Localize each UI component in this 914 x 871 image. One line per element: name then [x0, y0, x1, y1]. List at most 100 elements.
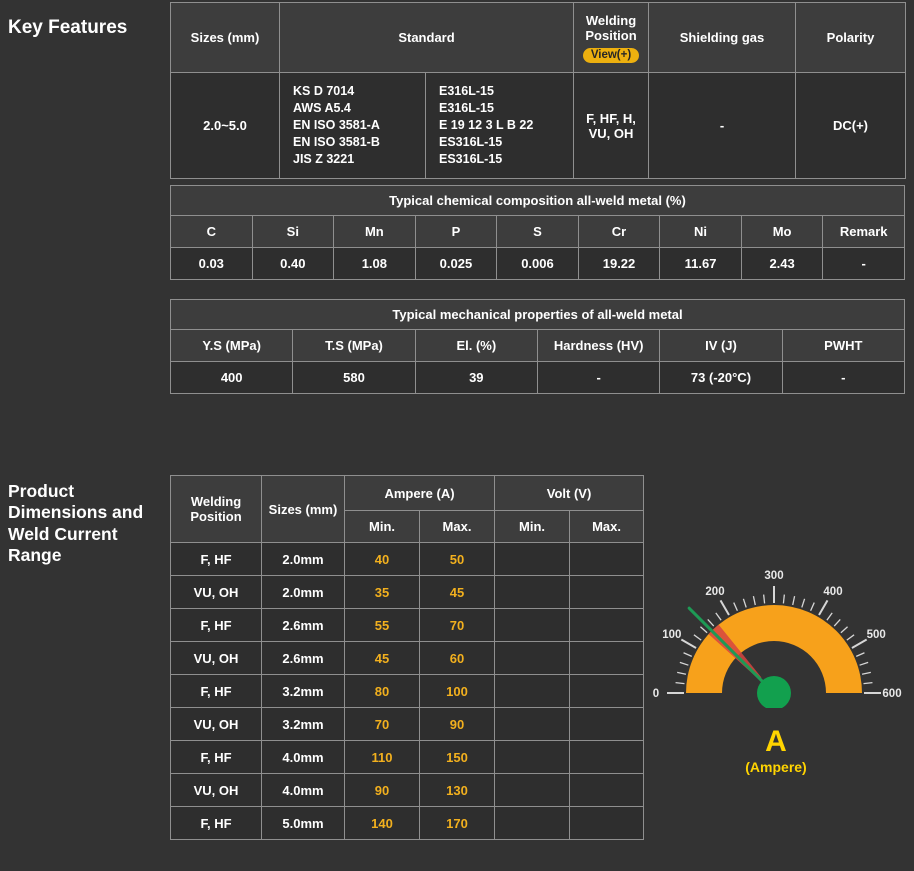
gauge-tick — [792, 596, 796, 606]
ampere-min-cell: 80 — [344, 674, 420, 708]
mechanical-header-row: Y.S (MPa) T.S (MPa) El. (%) Hardness (HV) IV… — [169, 329, 906, 362]
volt-min-cell — [494, 773, 571, 807]
chemical-value-cell: 0.03 — [170, 247, 253, 280]
gauge-tick — [826, 612, 833, 621]
gauge-tick-label: 600 — [882, 688, 901, 700]
ampere-max-cell: 170 — [418, 806, 496, 840]
volt-min-cell — [494, 740, 571, 774]
ampere-min-cell: 70 — [344, 707, 420, 741]
standard-item: E 19 12 3 L B 22 — [439, 118, 534, 132]
chemical-value-cell: 0.025 — [414, 247, 498, 280]
chemical-value-cell: 2.43 — [740, 247, 824, 280]
mechanical-value-cell: - — [781, 361, 906, 394]
volt-max-cell — [569, 641, 645, 675]
ampere-min-header: Min. — [344, 510, 420, 543]
gauge-tick — [859, 661, 869, 666]
welding-position-cell: F, HF — [170, 542, 262, 576]
chemical-header-cell: Mn — [333, 215, 416, 248]
volt-header: Volt (V) — [494, 475, 645, 511]
current-table-row: F, HF 2.6mm 55 70 — [170, 608, 645, 642]
chemical-header-cell: Mo — [740, 215, 824, 248]
ampere-max-cell: 60 — [418, 641, 496, 675]
standard-item: EN ISO 3581-A — [293, 118, 380, 132]
standard-item: JIS Z 3221 — [293, 152, 355, 166]
standard-item: AWS A5.4 — [293, 101, 351, 115]
size-cell: 5.0mm — [261, 806, 345, 840]
mechanical-properties-table: Typical mechanical properties of all-wel… — [169, 299, 906, 394]
welding-position-cell: F, HF — [170, 806, 262, 840]
key-features-title: Key Features — [8, 16, 128, 38]
chemical-header-cell: Ni — [659, 215, 742, 248]
gauge-tick — [851, 638, 868, 649]
standard-item: E316L-15 — [439, 84, 494, 98]
volt-min-cell — [494, 575, 571, 609]
chemical-value-cell: 19.22 — [577, 247, 661, 280]
mechanical-table-title-row: Typical mechanical properties of all-wel… — [170, 299, 905, 330]
ampere-gauge: 0 100 200 300 400 500 600 — [653, 570, 902, 710]
gauge-tick — [846, 634, 855, 641]
shielding-gas-header: Shielding gas — [648, 2, 796, 73]
gauge-tick — [763, 594, 766, 604]
ampere-header: Ampere (A) — [343, 475, 496, 511]
volt-max-cell — [569, 806, 645, 840]
size-cell: 3.2mm — [261, 707, 345, 741]
mechanical-table-title: Typical mechanical properties of all-wel… — [170, 299, 905, 330]
chemical-value-cell: 1.08 — [333, 247, 416, 280]
gauge-tick — [833, 618, 841, 627]
volt-max-cell — [569, 707, 645, 741]
current-table-row: VU, OH 2.6mm 45 60 — [170, 641, 645, 675]
gauge-tick — [855, 652, 865, 657]
ampere-max-cell: 130 — [418, 773, 496, 807]
ampere-max-header: Max. — [418, 510, 496, 543]
standard-item: ES316L-15 — [439, 152, 503, 166]
product-dimensions-title: Product Dimensions and Weld Current Rang… — [8, 480, 144, 566]
volt-min-header: Min. — [494, 510, 571, 543]
spec-header-row: Sizes (mm) Standard Welding Position Vie… — [170, 2, 906, 73]
volt-max-cell — [569, 740, 645, 774]
gauge-tick — [683, 652, 693, 657]
ampere-min-cell: 140 — [344, 806, 420, 840]
standard-codes-cell: KS D 7014 AWS A5.4 EN ISO 3581-A EN ISO 358… — [279, 72, 426, 179]
sizes-header: Sizes (mm) — [170, 2, 280, 73]
mechanical-value-cell: 580 — [292, 361, 416, 394]
gauge-tick-label: 0 — [653, 688, 659, 700]
ampere-min-cell: 40 — [344, 542, 420, 576]
chemical-header-cell: Remark — [822, 215, 905, 248]
ampere-max-cell: 50 — [418, 542, 496, 576]
ampere-min-cell: 55 — [344, 608, 420, 642]
chemical-header-cell: P — [414, 215, 498, 248]
standard-header: Standard — [279, 2, 574, 73]
size-cell: 2.0mm — [261, 542, 345, 576]
chemical-header-cell: Si — [251, 215, 335, 248]
volt-max-cell — [569, 542, 645, 576]
gauge-tick — [677, 671, 687, 675]
standard-grades-cell: E316L-15 E316L-15 E 19 12 3 L B 22 ES316L-1… — [425, 72, 574, 179]
gauge-tick — [733, 602, 738, 612]
size-cell: 3.2mm — [261, 674, 345, 708]
ampere-min-cell: 110 — [344, 740, 420, 774]
gauge-tick-label: 100 — [662, 629, 681, 641]
gauge-tick — [675, 682, 685, 685]
volt-max-header: Max. — [569, 510, 645, 543]
mechanical-header-cell: T.S (MPa) — [292, 329, 416, 362]
gauge-tick — [719, 599, 730, 616]
volt-max-cell — [569, 575, 645, 609]
chemical-value-cell: 0.40 — [251, 247, 335, 280]
gauge-tick — [782, 594, 785, 604]
view-plus-button[interactable]: View(+) — [582, 47, 640, 63]
mechanical-header-cell: Hardness (HV) — [536, 329, 661, 362]
gauge-tick — [818, 599, 829, 616]
current-table-row: F, HF 2.0mm 40 50 — [170, 542, 645, 576]
volt-min-cell — [494, 707, 571, 741]
gauge-tick — [863, 682, 873, 685]
chemical-header-cell: Cr — [577, 215, 661, 248]
mechanical-header-cell: PWHT — [781, 329, 906, 362]
chemical-header-row: C Si Mn P S Cr Ni Mo Remark — [170, 215, 905, 248]
polarity-header: Polarity — [795, 2, 906, 73]
current-table-row: F, HF 4.0mm 110 150 — [170, 740, 645, 774]
welding-position-header: Welding Position View(+) — [573, 2, 649, 73]
welding-position-cell: VU, OH — [170, 707, 262, 741]
volt-max-cell — [569, 674, 645, 708]
product-spec-page: { "page": { "background": "#333333", "ac… — [0, 0, 914, 871]
ampere-gauge-block: 0 100 200 300 400 500 600 A (Ampere) — [645, 560, 907, 775]
